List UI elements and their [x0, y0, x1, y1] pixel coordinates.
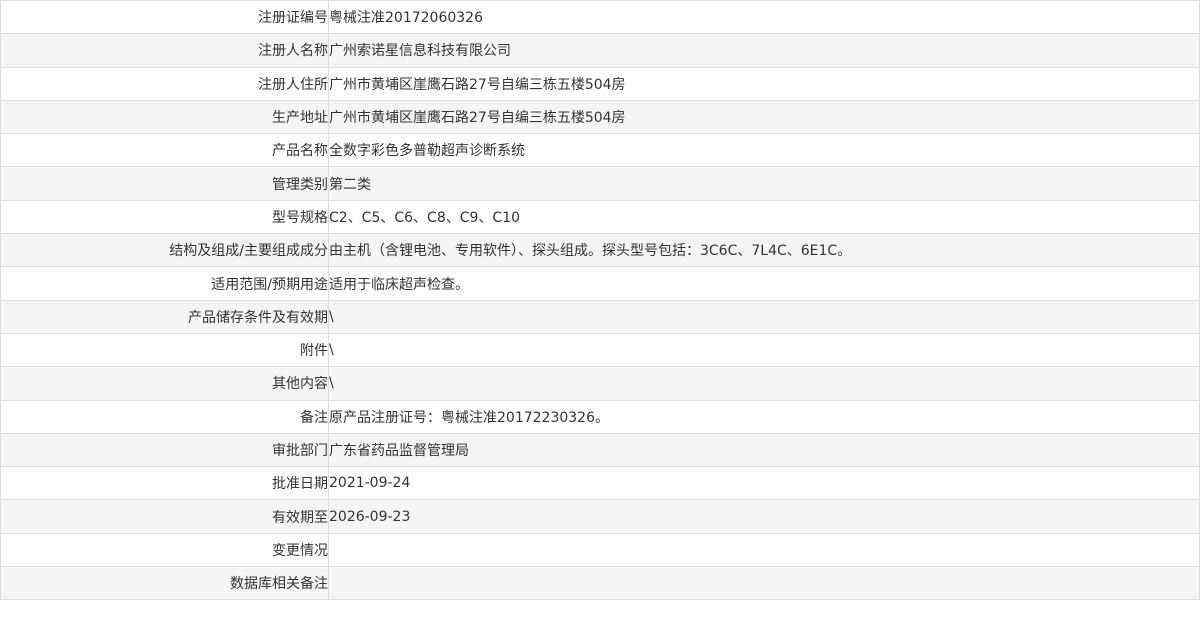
field-value: 2021-09-24: [328, 466, 1200, 501]
field-label: 产品储存条件及有效期: [0, 299, 329, 334]
field-label: 备注: [0, 399, 329, 434]
field-value: 第二类: [328, 166, 1200, 201]
row-product-name: 产品名称 全数字彩色多普勒超声诊断系统: [0, 133, 1200, 168]
field-label: 适用范围/预期用途: [0, 266, 329, 301]
field-label: 产品名称: [0, 133, 329, 168]
field-label: 变更情况: [0, 532, 329, 568]
field-value: \: [328, 332, 1200, 368]
field-label: 其他内容: [0, 366, 329, 401]
field-value: 粤械注准20172060326: [328, 0, 1200, 35]
field-label: 批准日期: [0, 466, 329, 501]
field-value: C2、C5、C6、C8、C9、C10: [328, 199, 1200, 235]
row-structure-composition: 结构及组成/主要组成成分 由主机（含锂电池、专用软件）、探头组成。探头型号包括：…: [0, 233, 1200, 268]
field-label: 管理类别: [0, 166, 329, 201]
registration-detail-table: 注册证编号 粤械注准20172060326 注册人名称 广州索诺星信息科技有限公…: [0, 0, 1200, 601]
field-label: 生产地址: [0, 99, 329, 135]
row-other-content: 其他内容 \: [0, 366, 1200, 401]
field-label: 注册人名称: [0, 33, 329, 68]
row-approval-date: 批准日期 2021-09-24: [0, 466, 1200, 501]
field-value: \: [328, 366, 1200, 401]
row-registrant-address: 注册人住所 广州市黄埔区崖鹰石路27号自编三栋五楼504房: [0, 66, 1200, 101]
row-attachments: 附件 \: [0, 332, 1200, 368]
field-value: \: [328, 299, 1200, 334]
field-label: 有效期至: [0, 499, 329, 534]
field-label: 注册人住所: [0, 66, 329, 101]
row-registrant-name: 注册人名称 广州索诺星信息科技有限公司: [0, 33, 1200, 68]
row-storage-validity: 产品储存条件及有效期 \: [0, 299, 1200, 334]
row-management-category: 管理类别 第二类: [0, 166, 1200, 201]
row-remarks: 备注 原产品注册证号：粤械注准20172230326。: [0, 399, 1200, 434]
row-registration-number: 注册证编号 粤械注准20172060326: [0, 0, 1200, 35]
field-label: 型号规格: [0, 199, 329, 235]
field-label: 数据库相关备注: [0, 566, 329, 601]
field-value: 广东省药品监督管理局: [328, 432, 1200, 468]
row-valid-until: 有效期至 2026-09-23: [0, 499, 1200, 534]
field-value: 广州市黄埔区崖鹰石路27号自编三栋五楼504房: [328, 66, 1200, 101]
field-value: 由主机（含锂电池、专用软件）、探头组成。探头型号包括：3C6C、7L4C、6E1…: [328, 233, 1200, 268]
row-change-history: 变更情况: [0, 532, 1200, 568]
field-value: 全数字彩色多普勒超声诊断系统: [328, 133, 1200, 168]
field-label: 注册证编号: [0, 0, 329, 35]
field-value: 2026-09-23: [328, 499, 1200, 534]
row-approval-department: 审批部门 广东省药品监督管理局: [0, 432, 1200, 468]
row-model-spec: 型号规格 C2、C5、C6、C8、C9、C10: [0, 199, 1200, 235]
row-intended-use: 适用范围/预期用途 适用于临床超声检查。: [0, 266, 1200, 301]
row-database-notes: 数据库相关备注: [0, 566, 1200, 601]
field-label: 结构及组成/主要组成成分: [0, 233, 329, 268]
field-label: 审批部门: [0, 432, 329, 468]
field-label: 附件: [0, 332, 329, 368]
field-value: 适用于临床超声检查。: [328, 266, 1200, 301]
field-value: 广州索诺星信息科技有限公司: [328, 33, 1200, 68]
field-value: [328, 532, 1200, 568]
registration-detail-body: 注册证编号 粤械注准20172060326 注册人名称 广州索诺星信息科技有限公…: [0, 0, 1200, 601]
row-production-address: 生产地址 广州市黄埔区崖鹰石路27号自编三栋五楼504房: [0, 99, 1200, 135]
field-value: 原产品注册证号：粤械注准20172230326。: [328, 399, 1200, 434]
field-value: 广州市黄埔区崖鹰石路27号自编三栋五楼504房: [328, 99, 1200, 135]
field-value: [328, 566, 1200, 601]
